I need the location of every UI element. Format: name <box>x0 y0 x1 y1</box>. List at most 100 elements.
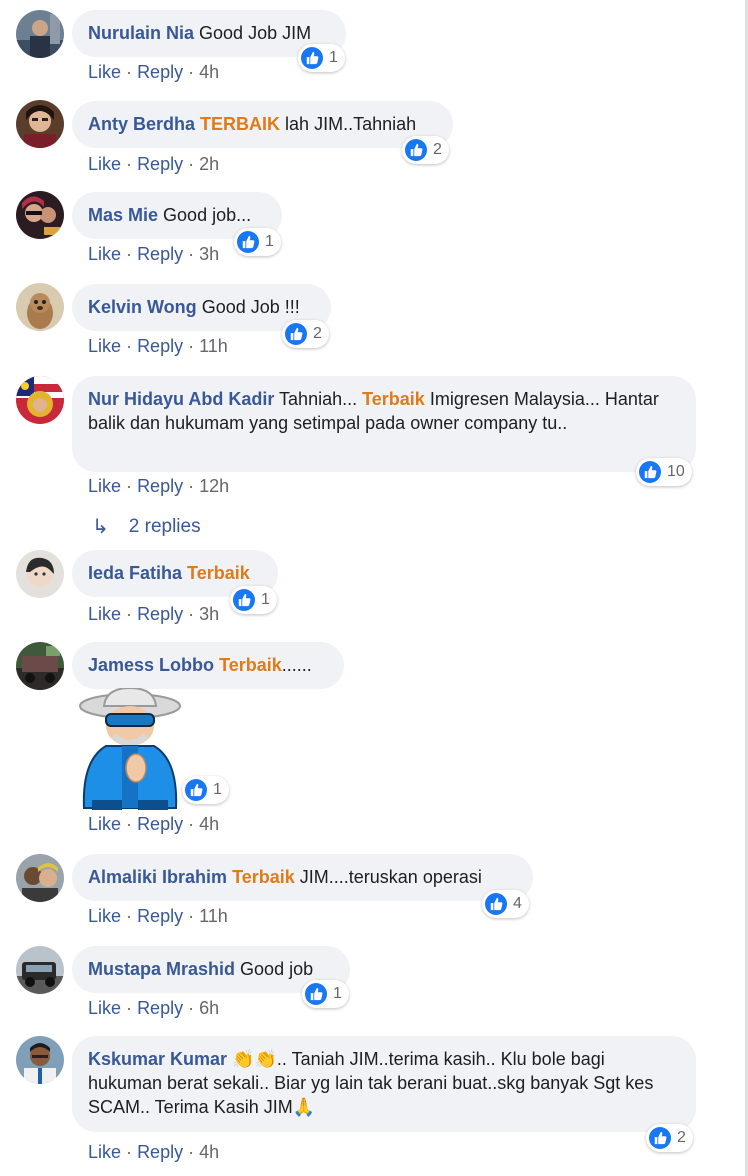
commenter-name[interactable]: Nurulain Nia <box>88 23 194 43</box>
like-link[interactable]: Like <box>88 336 121 356</box>
thumbs-up-icon <box>639 461 661 483</box>
reaction-count[interactable]: 10 <box>636 458 692 486</box>
thumbs-up-icon <box>233 589 255 611</box>
separator: · <box>188 154 195 174</box>
timestamp[interactable]: 3h <box>199 244 219 264</box>
comment-bubble: Almaliki Ibrahim Terbaik JIM....teruskan… <box>72 854 533 901</box>
reaction-count[interactable]: 1 <box>230 586 277 614</box>
commenter-name[interactable]: Kelvin Wong <box>88 297 197 317</box>
like-link[interactable]: Like <box>88 1142 121 1162</box>
separator: · <box>188 604 195 624</box>
commenter-name[interactable]: Anty Berdha <box>88 114 195 134</box>
reaction-count[interactable]: 1 <box>302 980 349 1008</box>
comment-actions: Like · Reply · 11h <box>88 334 228 358</box>
reaction-number: 1 <box>333 985 342 1002</box>
reply-link[interactable]: Reply <box>137 814 183 834</box>
commenter-name[interactable]: Jamess Lobbo <box>88 655 214 675</box>
thumbs-up-icon <box>301 47 323 69</box>
timestamp[interactable]: 2h <box>199 154 219 174</box>
avatar[interactable] <box>16 854 64 902</box>
thumbs-up-icon <box>649 1127 671 1149</box>
like-link[interactable]: Like <box>88 154 121 174</box>
separator: · <box>188 244 195 264</box>
reaction-number: 2 <box>433 141 442 158</box>
like-link[interactable]: Like <box>88 244 121 264</box>
commenter-name[interactable]: Ieda Fatiha <box>88 563 182 583</box>
reply-link[interactable]: Reply <box>137 1142 183 1162</box>
reply-link[interactable]: Reply <box>137 476 183 496</box>
comment-actions: Like · Reply · 3h <box>88 242 219 266</box>
commenter-name[interactable]: Almaliki Ibrahim <box>88 867 227 887</box>
thumbs-up-icon <box>305 983 327 1005</box>
timestamp[interactable]: 11h <box>199 906 228 926</box>
sticker-image[interactable] <box>76 686 184 810</box>
reaction-count[interactable]: 1 <box>234 228 281 256</box>
like-link[interactable]: Like <box>88 62 121 82</box>
reaction-count[interactable]: 2 <box>646 1124 693 1152</box>
separator: · <box>126 476 133 496</box>
comment-text: Good Job !!! <box>201 297 300 317</box>
timestamp[interactable]: 6h <box>199 998 219 1018</box>
like-link[interactable]: Like <box>88 476 121 496</box>
comment-text: lah JIM..Tahniah <box>285 114 417 134</box>
comment-bubble: Nur Hidayu Abd Kadir Tahniah... Terbaik … <box>72 376 696 472</box>
timestamp[interactable]: 11h <box>199 336 228 356</box>
comment-text: Good Job JIM <box>199 23 312 43</box>
reply-link[interactable]: Reply <box>137 604 183 624</box>
thumbs-up-icon <box>405 139 427 161</box>
separator: · <box>188 998 195 1018</box>
reaction-number: 10 <box>667 463 685 480</box>
avatar[interactable] <box>16 191 64 239</box>
like-link[interactable]: Like <box>88 906 121 926</box>
like-link[interactable]: Like <box>88 998 121 1018</box>
reaction-count[interactable]: 2 <box>282 320 329 348</box>
comment-text: Good job <box>240 959 314 979</box>
avatar[interactable] <box>16 1036 64 1084</box>
thumbs-up-icon <box>485 893 507 915</box>
avatar[interactable] <box>16 550 64 598</box>
avatar[interactable] <box>16 946 64 994</box>
comment-emoji: 👏👏 <box>232 1049 277 1069</box>
comment-actions: Like · Reply · 4h <box>88 812 219 836</box>
reaction-count[interactable]: 1 <box>298 44 345 72</box>
thumbs-up-icon <box>285 323 307 345</box>
comment-text: JIM....teruskan operasi <box>299 867 482 887</box>
reply-link[interactable]: Reply <box>137 336 183 356</box>
reaction-count[interactable]: 2 <box>402 136 449 164</box>
avatar[interactable] <box>16 376 64 424</box>
view-replies-link[interactable]: ↳ 2 replies <box>92 514 201 539</box>
timestamp[interactable]: 3h <box>199 604 219 624</box>
separator: · <box>126 998 133 1018</box>
reply-link[interactable]: Reply <box>137 244 183 264</box>
commenter-name[interactable]: Mustapa Mrashid <box>88 959 235 979</box>
reaction-count[interactable]: 4 <box>482 890 529 918</box>
timestamp[interactable]: 4h <box>199 1142 219 1162</box>
separator: · <box>188 476 195 496</box>
comment-actions: Like · Reply · 12h <box>88 474 229 498</box>
commenter-name[interactable]: Mas Mie <box>88 205 158 225</box>
reply-link[interactable]: Reply <box>137 998 183 1018</box>
timestamp[interactable]: 12h <box>199 476 229 496</box>
like-link[interactable]: Like <box>88 604 121 624</box>
reply-link[interactable]: Reply <box>137 154 183 174</box>
comment-actions: Like · Reply · 4h <box>88 1140 219 1164</box>
reply-arrow-icon: ↳ <box>92 516 109 538</box>
highlight-word: Terbaik <box>187 563 250 583</box>
reply-link[interactable]: Reply <box>137 62 183 82</box>
reaction-count[interactable]: 1 <box>182 776 229 804</box>
avatar[interactable] <box>16 283 64 331</box>
separator: · <box>188 906 195 926</box>
like-link[interactable]: Like <box>88 814 121 834</box>
avatar[interactable] <box>16 100 64 148</box>
commenter-name[interactable]: Kskumar Kumar <box>88 1049 227 1069</box>
reaction-number: 2 <box>313 325 322 342</box>
avatar[interactable] <box>16 10 64 58</box>
separator: · <box>126 336 133 356</box>
comment-actions: Like · Reply · 3h <box>88 602 219 626</box>
timestamp[interactable]: 4h <box>199 62 219 82</box>
timestamp[interactable]: 4h <box>199 814 219 834</box>
avatar[interactable] <box>16 642 64 690</box>
reply-link[interactable]: Reply <box>137 906 183 926</box>
commenter-name[interactable]: Nur Hidayu Abd Kadir <box>88 389 274 409</box>
separator: · <box>188 1142 195 1162</box>
